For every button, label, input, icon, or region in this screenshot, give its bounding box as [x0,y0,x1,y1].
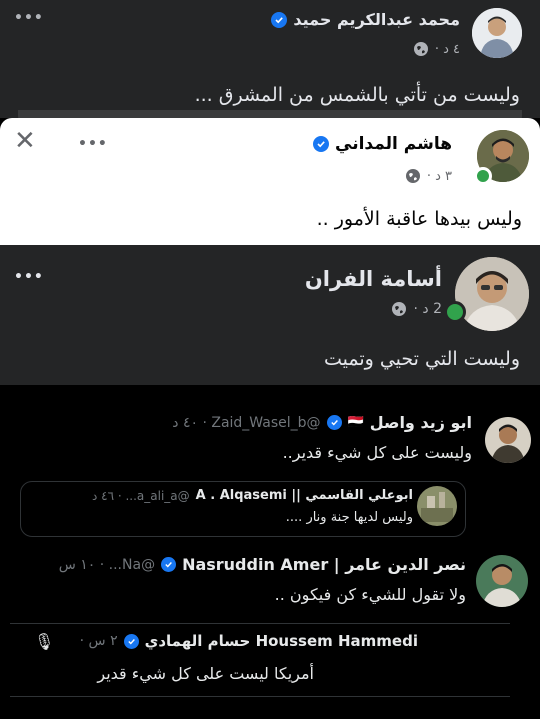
online-status-icon [444,301,466,323]
post-meta: ٤ د · [413,41,460,57]
more-options-icon[interactable]: ••• [78,136,108,152]
tweet-handle-time[interactable]: @a_ali_a... · ٤٦ د [92,489,190,503]
tweet-text: وليست على كل شيء قدير.. [282,443,472,462]
tweet-author[interactable]: ابو زيد واصل 🇾🇪 @Zaid_Wasel_b · ٤٠ د [172,413,472,432]
tweet-text: أمريكا ليست على كل شيء قدير [97,664,314,683]
globe-icon [413,41,429,57]
microphone-icon: 🎙 [34,632,55,651]
post-text: وليس بيدها عاقبة الأمور .. [316,208,522,230]
post-time[interactable]: 2 د · [413,301,442,317]
post-text: وليست التي تحيي وتميت [323,348,520,370]
tweet-text: ولا تقول للشيء كن فيكون .. [274,585,466,604]
avatar[interactable] [417,486,457,526]
tweet-text: وليس لديها جنة ونار .... [285,510,413,525]
online-status-icon [474,167,492,185]
avatar[interactable] [485,417,531,463]
tweets-section: ابو زيد واصل 🇾🇪 @Zaid_Wasel_b · ٤٠ د ولي… [0,385,540,719]
author-name-text[interactable]: هاشم المداني [335,134,452,154]
author-name-text[interactable]: أسامة الفران [305,267,442,291]
avatar[interactable] [476,555,528,607]
more-options-icon[interactable]: ••• [14,10,44,26]
author-name[interactable]: هاشم المداني [313,134,452,154]
post-card-3: ••• أسامة الفران 2 د · وليست التي تحيي و… [0,245,540,385]
tweet-item[interactable]: ابو زيد واصل 🇾🇪 @Zaid_Wasel_b · ٤٠ د ولي… [0,399,540,479]
avatar[interactable] [455,257,529,331]
post-card-2: ✕ ••• هاشم المداني ٣ د · وليس بيدها عاقب… [0,118,540,245]
verified-badge-icon [326,415,342,430]
more-options-icon[interactable]: ••• [14,269,44,285]
verified-badge-icon [161,557,177,572]
tweet-handle-time[interactable]: ٢ س · [80,633,118,649]
post-meta: ٣ د · [405,168,452,184]
verified-badge-icon [313,136,330,152]
tweet-handle-time[interactable]: @Zaid_Wasel_b · ٤٠ د [172,415,320,431]
tweet-item[interactable]: نصر الدين عامر | Nasruddin Amer @Na... ·… [0,543,540,623]
globe-icon [405,168,421,184]
post-meta: 2 د · [391,301,442,317]
tweet-author-name[interactable]: ابوعلي القاسمي || A . Alqasemi [196,488,413,503]
tweet-handle-time[interactable]: @Na... · ١٠ س [59,557,155,573]
post-text: وليست من تأتي بالشمس من المشرق ... [194,84,520,106]
verified-badge-icon [123,633,139,649]
post-card-1: ••• محمد عبدالكريم حميد ٤ د · وليست من ت… [0,0,540,130]
author-name[interactable]: أسامة الفران [305,267,442,291]
post-time[interactable]: ٤ د · [435,42,460,57]
tweet-author[interactable]: ٢ س · Houssem Hammedi حسام الهمادي [80,632,418,650]
quoted-tweet[interactable]: 🎙 ٢ س · Houssem Hammedi حسام الهمادي أمر… [10,623,510,697]
tweet-author-name[interactable]: نصر الدين عامر | Nasruddin Amer [182,555,466,574]
author-name[interactable]: محمد عبدالكريم حميد [271,10,460,29]
tweet-author-name[interactable]: ابو زيد واصل [370,413,472,432]
close-icon[interactable]: ✕ [14,126,36,156]
avatar[interactable] [472,8,522,58]
tweet-author[interactable]: ابوعلي القاسمي || A . Alqasemi @a_ali_a.… [92,488,413,503]
author-name-text[interactable]: محمد عبدالكريم حميد [293,10,460,29]
tweet-author-name[interactable]: Houssem Hammedi حسام الهمادي [145,632,418,650]
tweet-author[interactable]: نصر الدين عامر | Nasruddin Amer @Na... ·… [59,555,466,574]
post-time[interactable]: ٣ د · [427,169,452,184]
verified-badge-icon [271,11,288,28]
flag-icon: 🇾🇪 [347,415,364,430]
globe-icon [391,301,407,317]
quoted-tweet[interactable]: ابوعلي القاسمي || A . Alqasemi @a_ali_a.… [20,481,466,537]
